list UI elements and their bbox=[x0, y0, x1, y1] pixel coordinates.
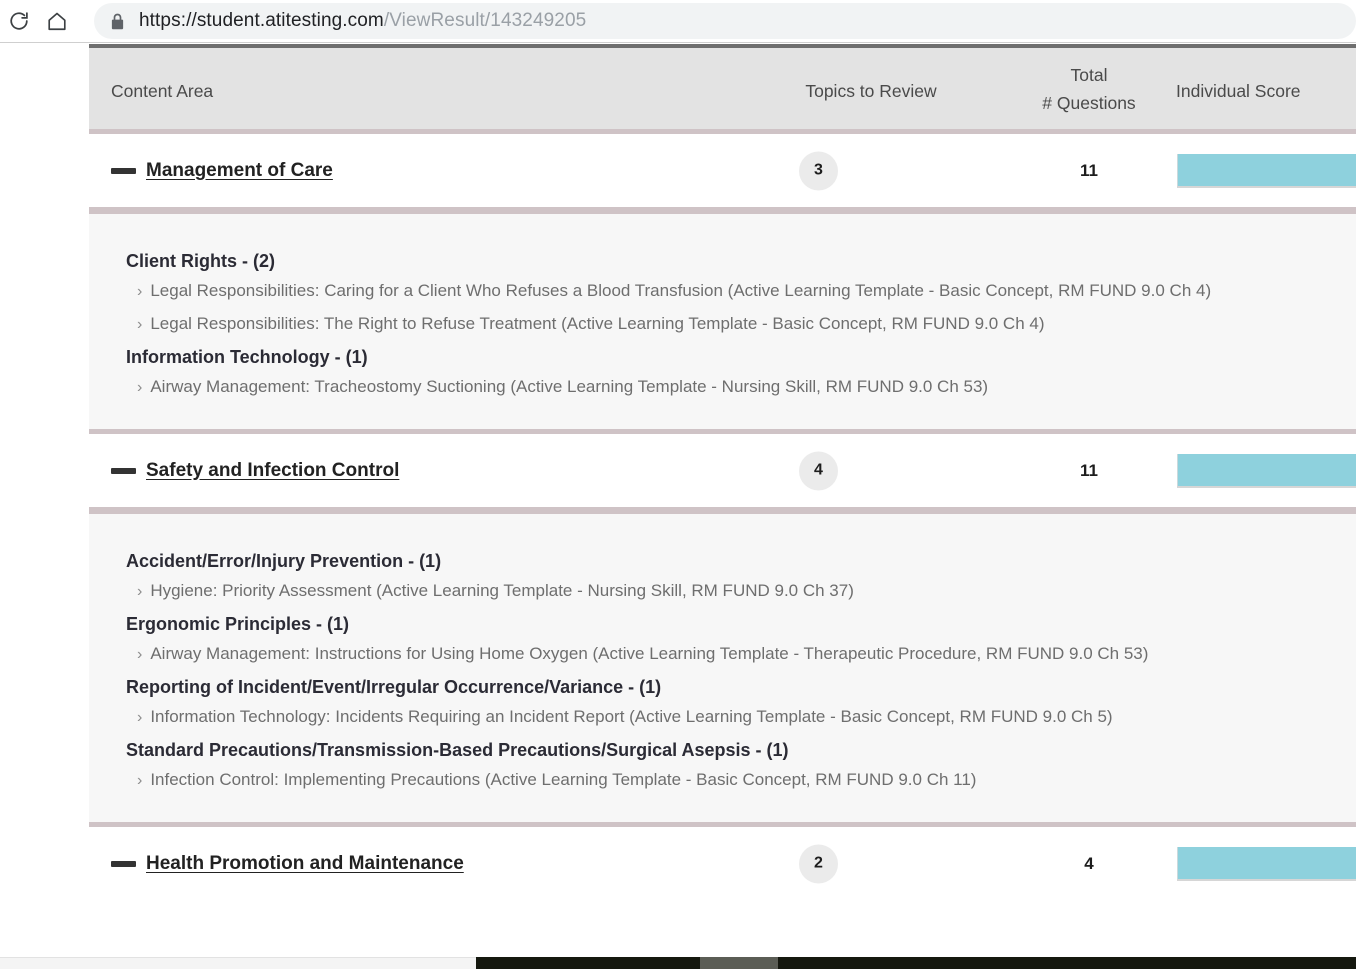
topic-block: Accident/Error/Injury Prevention - (1) › H… bbox=[89, 550, 1356, 603]
individual-score-bar bbox=[1177, 846, 1356, 879]
list-item[interactable]: › Legal Responsibilities: The Right to Re… bbox=[137, 313, 1356, 336]
topic-block: Information Technology - (1) › Airway Mana… bbox=[89, 346, 1356, 399]
chevron-right-icon: › bbox=[137, 316, 143, 333]
topics-to-review-badge: 3 bbox=[799, 151, 838, 190]
column-header-topics-to-review: Topics to Review bbox=[805, 81, 937, 101]
panel-divider bbox=[89, 207, 1356, 238]
list-item[interactable]: › Airway Management: Tracheostomy Suction… bbox=[137, 376, 1356, 399]
individual-score-bar bbox=[1177, 453, 1356, 486]
topic-title: Client Rights - (2) bbox=[126, 251, 275, 271]
horizontal-scrollbar[interactable] bbox=[0, 957, 1356, 969]
column-header-total-line1: Total bbox=[1070, 65, 1108, 85]
total-questions-value: 4 bbox=[1084, 853, 1094, 873]
browser-toolbar: https://student.atitesting.com/ViewResul… bbox=[0, 0, 1356, 42]
expanded-panel: Accident/Error/Injury Prevention - (1) › H… bbox=[89, 514, 1356, 822]
topic-title: Ergonomic Principles - (1) bbox=[126, 614, 350, 634]
chevron-right-icon: › bbox=[137, 583, 143, 600]
scrollbar-left-filler bbox=[0, 957, 476, 969]
topic-block: Client Rights - (2) › Legal Responsibiliti… bbox=[89, 250, 1356, 336]
chevron-right-icon: › bbox=[137, 379, 143, 396]
list-item-label: Airway Management: Instructions for Usin… bbox=[150, 644, 1149, 663]
list-item-label: Legal Responsibilities: Caring for a Cli… bbox=[150, 281, 1212, 300]
table-row: Management of Care 3 11 bbox=[89, 134, 1356, 207]
chevron-right-icon: › bbox=[137, 709, 143, 726]
individual-score-cell bbox=[1177, 453, 1356, 488]
table-header-row: Content Area Topics to Review Total # Qu… bbox=[89, 44, 1356, 134]
home-icon[interactable] bbox=[38, 2, 76, 40]
list-item[interactable]: › Hygiene: Priority Assessment (Active Le… bbox=[137, 580, 1356, 603]
list-item-label: Information Technology: Incidents Requir… bbox=[150, 707, 1113, 726]
url-path: /ViewResult/143249205 bbox=[383, 10, 587, 31]
topic-title: Standard Precautions/Transmission-Based … bbox=[126, 740, 789, 760]
list-item-label: Infection Control: Implementing Precauti… bbox=[150, 770, 977, 789]
table-body: Management of Care 3 11 Client Rights - (2)… bbox=[89, 134, 1356, 900]
list-item[interactable]: › Infection Control: Implementing Precaut… bbox=[137, 769, 1356, 792]
list-item[interactable]: › Legal Responsibilities: Caring for a Cl… bbox=[137, 280, 1356, 303]
topics-to-review-badge: 4 bbox=[799, 451, 838, 490]
list-item-label: Legal Responsibilities: The Right to Ref… bbox=[150, 314, 1045, 333]
panel-divider bbox=[89, 507, 1356, 538]
url-host: https://student.atitesting.com bbox=[139, 10, 384, 31]
scrollbar-track[interactable] bbox=[476, 957, 1356, 969]
minus-icon bbox=[111, 167, 136, 174]
url-text: https://student.atitesting.com/ViewResul… bbox=[139, 10, 586, 32]
table-row: Safety and Infection Control 4 11 bbox=[89, 434, 1356, 507]
total-questions-value: 11 bbox=[1080, 460, 1098, 480]
content-area-toggle[interactable]: Safety and Infection Control bbox=[111, 460, 399, 482]
minus-icon bbox=[111, 860, 136, 867]
list-item-label: Hygiene: Priority Assessment (Active Lea… bbox=[150, 581, 854, 600]
topic-block: Standard Precautions/Transmission-Based … bbox=[89, 739, 1356, 792]
individual-score-cell bbox=[1177, 846, 1356, 881]
lock-icon bbox=[110, 13, 125, 30]
chevron-right-icon: › bbox=[137, 772, 143, 789]
content-area-toggle[interactable]: Health Promotion and Maintenance bbox=[111, 853, 464, 875]
list-item[interactable]: › Airway Management: Instructions for Usi… bbox=[137, 643, 1356, 666]
topic-block: Reporting of Incident/Event/Irregular Oc… bbox=[89, 676, 1356, 729]
expanded-panel: Client Rights - (2) › Legal Responsibiliti… bbox=[89, 214, 1356, 429]
topics-to-review-badge: 2 bbox=[799, 844, 838, 883]
content-area-label: Management of Care bbox=[146, 159, 333, 181]
list-item-label: Airway Management: Tracheostomy Suctioni… bbox=[150, 377, 989, 396]
reload-icon[interactable] bbox=[0, 2, 38, 40]
individual-score-cell bbox=[1177, 153, 1356, 188]
chevron-right-icon: › bbox=[137, 283, 143, 300]
topic-title: Accident/Error/Injury Prevention - (1) bbox=[126, 551, 442, 571]
chevron-right-icon: › bbox=[137, 646, 143, 663]
column-header-individual-score: Individual Score bbox=[1176, 81, 1301, 101]
total-questions-value: 11 bbox=[1080, 160, 1098, 180]
page-content: Content Area Topics to Review Total # Qu… bbox=[0, 42, 1356, 969]
content-area-label: Safety and Infection Control bbox=[146, 459, 400, 481]
topic-title: Information Technology - (1) bbox=[126, 347, 368, 367]
minus-icon bbox=[111, 467, 136, 474]
content-area-table: Content Area Topics to Review Total # Qu… bbox=[89, 44, 1356, 900]
table-row: Health Promotion and Maintenance 2 4 bbox=[89, 827, 1356, 900]
column-header-total-line2: # Questions bbox=[1042, 93, 1136, 113]
topic-title: Reporting of Incident/Event/Irregular Oc… bbox=[126, 677, 662, 697]
content-area-label: Health Promotion and Maintenance bbox=[146, 852, 464, 874]
page-top-rule bbox=[0, 42, 1356, 43]
column-header-total-questions: Total # Questions bbox=[969, 61, 1209, 117]
scrollbar-thumb[interactable] bbox=[700, 957, 778, 969]
list-item[interactable]: › Information Technology: Incidents Requi… bbox=[137, 706, 1356, 729]
individual-score-bar bbox=[1177, 153, 1356, 186]
column-header-content-area: Content Area bbox=[111, 81, 214, 101]
content-area-toggle[interactable]: Management of Care bbox=[111, 160, 333, 182]
topic-block: Ergonomic Principles - (1) › Airway Manage… bbox=[89, 613, 1356, 666]
address-bar[interactable]: https://student.atitesting.com/ViewResul… bbox=[94, 3, 1356, 39]
